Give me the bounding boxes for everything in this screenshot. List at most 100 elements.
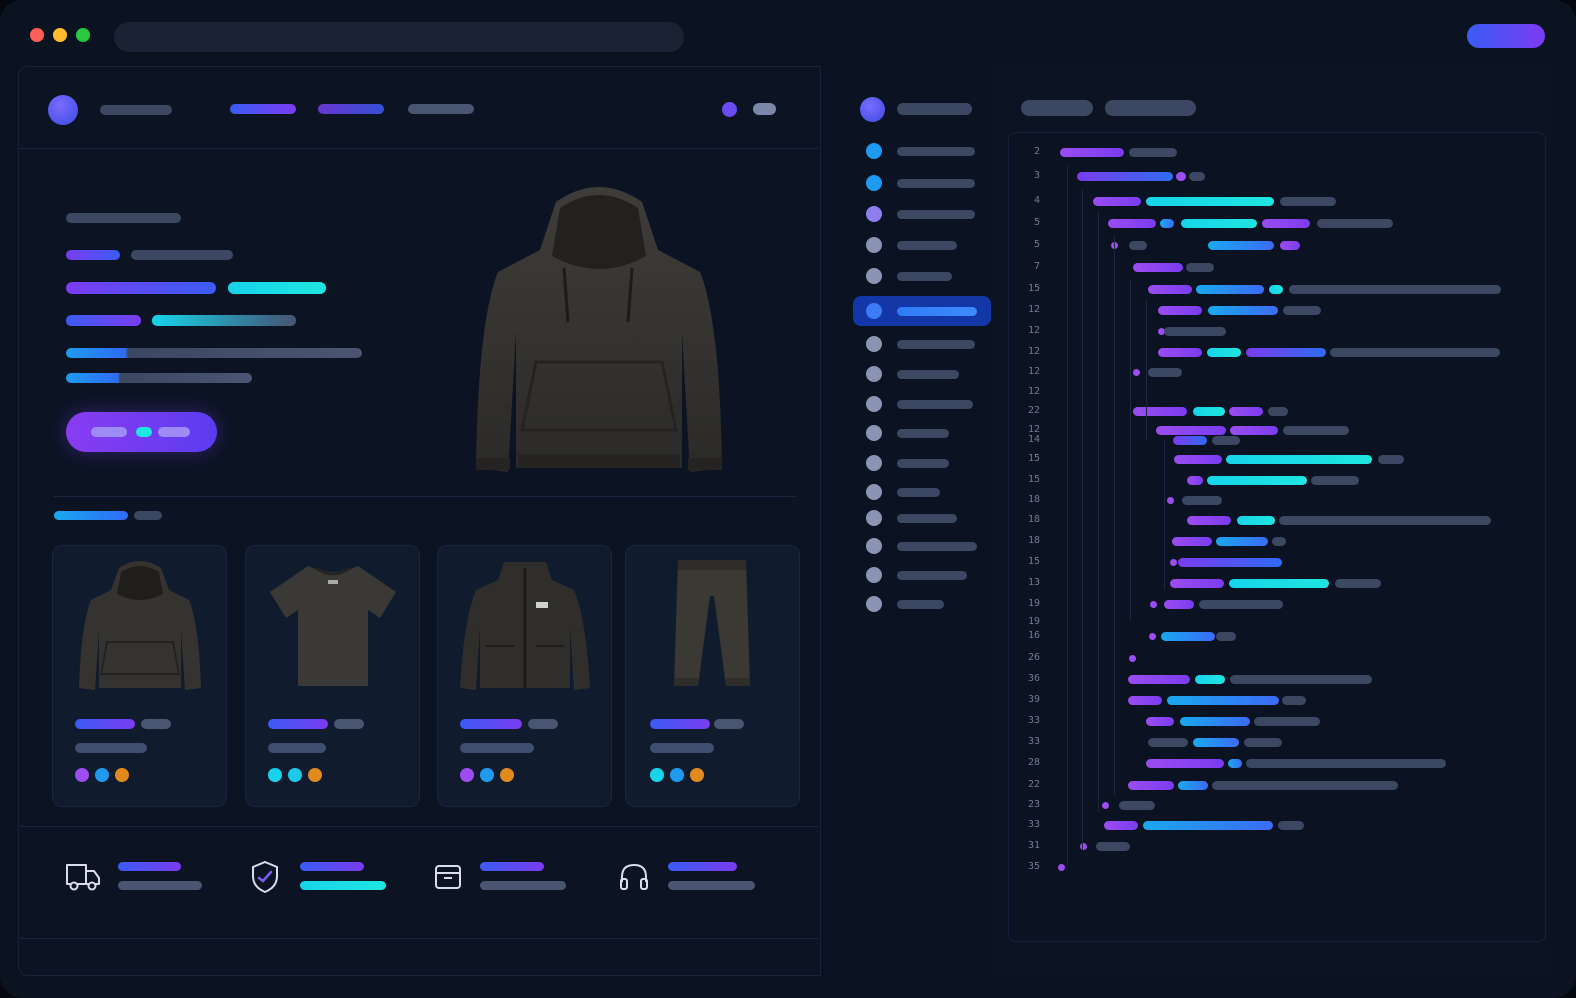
code-token	[1246, 348, 1326, 357]
box-icon	[435, 865, 461, 889]
code-token	[1283, 306, 1321, 315]
code-token	[1244, 738, 1282, 747]
nav-link-2[interactable]	[318, 104, 384, 114]
jacket-image	[460, 562, 590, 690]
line-number: 12	[1027, 386, 1040, 397]
add-to-cart-label-2	[158, 427, 190, 437]
tree-node-icon	[866, 366, 882, 382]
product-card[interactable]	[625, 545, 800, 807]
code-token	[1128, 675, 1190, 684]
line-number: 15	[1027, 556, 1040, 567]
line-number: 18	[1027, 535, 1040, 546]
tree-item[interactable]	[897, 210, 975, 219]
section-title	[54, 511, 128, 520]
color-swatch[interactable]	[670, 768, 684, 782]
store-logo[interactable]	[48, 95, 78, 125]
color-swatch[interactable]	[75, 768, 89, 782]
code-token	[1178, 781, 1208, 790]
line-number: 15	[1027, 283, 1040, 294]
code-token	[1237, 516, 1275, 525]
color-swatch[interactable]	[95, 768, 109, 782]
section-subtitle	[134, 511, 162, 520]
code-token	[1104, 821, 1138, 830]
editor-tab-2[interactable]	[1105, 100, 1196, 116]
app-window: 2 3 4 5 5 7 15 12 12 12 12 12 22 12 14 15 15 18 18 18 15 13 19…	[0, 0, 1576, 998]
accent-button[interactable]	[1467, 24, 1545, 48]
tree-item[interactable]	[897, 179, 975, 188]
tree-node-icon	[866, 237, 882, 253]
tree-item[interactable]	[897, 370, 959, 379]
code-token	[1146, 759, 1224, 768]
product-card[interactable]	[437, 545, 612, 807]
nav-link-3[interactable]	[408, 104, 474, 114]
code-token	[1129, 148, 1177, 157]
color-swatch[interactable]	[308, 768, 322, 782]
maximize-window-button[interactable]	[76, 28, 90, 42]
color-swatch[interactable]	[480, 768, 494, 782]
tree-item[interactable]	[897, 307, 977, 316]
notification-dot[interactable]	[722, 102, 737, 117]
tree-item[interactable]	[897, 600, 944, 609]
color-swatch[interactable]	[288, 768, 302, 782]
code-token	[1148, 368, 1182, 377]
color-swatch[interactable]	[460, 768, 474, 782]
code-token	[1229, 579, 1329, 588]
line-number: 39	[1027, 694, 1040, 705]
code-token	[1146, 717, 1174, 726]
tree-item[interactable]	[897, 147, 975, 156]
tree-item[interactable]	[897, 571, 967, 580]
color-swatch[interactable]	[268, 768, 282, 782]
code-token	[1129, 241, 1147, 250]
code-token	[1108, 219, 1156, 228]
line-number: 26	[1027, 652, 1040, 663]
color-swatch[interactable]	[650, 768, 664, 782]
tree-item[interactable]	[897, 514, 957, 523]
product-card[interactable]	[52, 545, 227, 807]
code-token	[1170, 579, 1224, 588]
editor-tab-1[interactable]	[1021, 100, 1093, 116]
code-token	[1186, 263, 1214, 272]
product-description-line-1	[66, 348, 362, 358]
feature-subtitle	[668, 881, 755, 890]
add-to-cart-button[interactable]	[66, 412, 217, 452]
color-swatch[interactable]	[690, 768, 704, 782]
code-token	[1102, 802, 1109, 809]
line-number: 18	[1027, 494, 1040, 505]
code-token	[1146, 197, 1274, 206]
code-token	[1280, 197, 1336, 206]
line-number: 16	[1027, 630, 1040, 641]
code-token	[1149, 633, 1156, 640]
features-divider	[20, 826, 818, 827]
tree-item[interactable]	[897, 272, 952, 281]
code-token	[1181, 219, 1257, 228]
code-token	[1330, 348, 1500, 357]
line-number: 2	[1033, 146, 1040, 157]
tree-item[interactable]	[897, 429, 949, 438]
tree-item[interactable]	[897, 542, 977, 551]
line-number: 5	[1033, 217, 1040, 228]
line-number: 28	[1027, 757, 1040, 768]
product-tag	[66, 250, 120, 260]
product-price	[268, 743, 326, 753]
tree-item[interactable]	[897, 400, 973, 409]
tree-item[interactable]	[897, 488, 940, 497]
hoodie-image	[79, 561, 201, 690]
minimize-window-button[interactable]	[53, 28, 67, 42]
nav-link-1[interactable]	[230, 104, 296, 114]
color-swatch[interactable]	[115, 768, 129, 782]
code-token	[1187, 516, 1231, 525]
line-number: 22	[1027, 779, 1040, 790]
cart-pill[interactable]	[753, 103, 776, 115]
product-card[interactable]	[245, 545, 420, 807]
tree-item[interactable]	[897, 340, 975, 349]
close-window-button[interactable]	[30, 28, 44, 42]
code-token	[1246, 759, 1446, 768]
address-bar[interactable]	[114, 22, 684, 52]
code-token	[1212, 781, 1398, 790]
code-token	[1199, 600, 1283, 609]
tree-item[interactable]	[897, 241, 957, 250]
code-token	[1230, 675, 1372, 684]
code-token	[1283, 426, 1349, 435]
tree-item[interactable]	[897, 459, 949, 468]
color-swatch[interactable]	[500, 768, 514, 782]
